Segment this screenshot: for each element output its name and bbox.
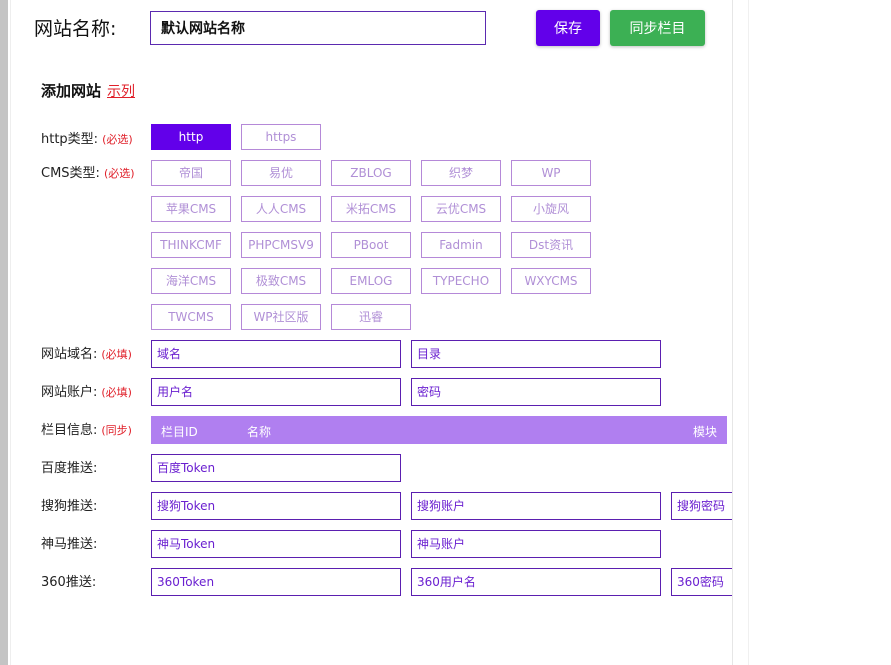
site-name-label: 网站名称: bbox=[34, 18, 117, 40]
example-link[interactable]: 示列 bbox=[107, 84, 135, 100]
columns-label: 栏目信息: (同步) bbox=[41, 419, 132, 438]
360-username-input[interactable] bbox=[411, 568, 661, 596]
360-token-input[interactable] bbox=[151, 568, 401, 596]
col-id-header: 栏目ID bbox=[161, 425, 198, 439]
label-text: CMS类型: bbox=[41, 166, 100, 181]
sync-columns-button[interactable]: 同步栏目 bbox=[610, 10, 705, 46]
option-button[interactable]: EMLOG bbox=[331, 268, 411, 294]
label-text: http类型: bbox=[41, 132, 99, 147]
option-button[interactable]: 海洋CMS bbox=[151, 268, 231, 294]
360-password-input[interactable] bbox=[671, 568, 732, 596]
option-button[interactable]: WP社区版 bbox=[241, 304, 321, 330]
option-button[interactable]: PBoot bbox=[331, 232, 411, 258]
sogou-account-input[interactable] bbox=[411, 492, 661, 520]
col-module-header: 模块 bbox=[692, 425, 717, 439]
left-scroll-edge bbox=[0, 0, 8, 665]
label-text: 栏目信息: bbox=[41, 423, 98, 438]
section-title: 添加网站 示列 bbox=[41, 80, 135, 101]
required-badge: (必填) bbox=[101, 386, 132, 399]
option-button[interactable]: TWCMS bbox=[151, 304, 231, 330]
label-text: 网站域名: bbox=[41, 347, 98, 362]
option-button[interactable]: TYPECHO bbox=[421, 268, 501, 294]
shenma-token-input[interactable] bbox=[151, 530, 401, 558]
option-button[interactable]: Fadmin bbox=[421, 232, 501, 258]
option-button[interactable]: 米拓CMS bbox=[331, 196, 411, 222]
option-button[interactable]: ZBLOG bbox=[331, 160, 411, 186]
col-name-header: 名称 bbox=[247, 425, 272, 439]
cms-type-label: CMS类型: (必选) bbox=[41, 162, 135, 181]
columns-table-header: 栏目ID 名称 模块 bbox=[151, 416, 727, 444]
shenma-account-input[interactable] bbox=[411, 530, 661, 558]
option-button[interactable]: http bbox=[151, 124, 231, 150]
option-button[interactable]: 织梦 bbox=[421, 160, 501, 186]
option-button[interactable]: 小旋风 bbox=[511, 196, 591, 222]
domain-label: 网站域名: (必填) bbox=[41, 343, 132, 362]
account-label: 网站账户: (必填) bbox=[41, 381, 132, 400]
divider bbox=[748, 0, 749, 665]
sogou-label: 搜狗推送: bbox=[41, 499, 98, 514]
http-type-label: http类型: (必选) bbox=[41, 128, 133, 147]
required-badge: (必选) bbox=[103, 167, 135, 180]
option-button[interactable]: 极致CMS bbox=[241, 268, 321, 294]
required-badge: (必填) bbox=[101, 348, 132, 361]
add-site-heading: 添加网站 bbox=[41, 82, 102, 100]
option-button[interactable]: 迅睿 bbox=[331, 304, 411, 330]
option-button[interactable]: 苹果CMS bbox=[151, 196, 231, 222]
label-text: 网站账户: bbox=[41, 385, 98, 400]
directory-input[interactable] bbox=[411, 340, 661, 368]
baidu-token-input[interactable] bbox=[151, 454, 401, 482]
site-name-input[interactable] bbox=[150, 11, 486, 45]
sogou-token-input[interactable] bbox=[151, 492, 401, 520]
username-input[interactable] bbox=[151, 378, 401, 406]
option-button[interactable]: 帝国 bbox=[151, 160, 231, 186]
option-button[interactable]: Dst资讯 bbox=[511, 232, 591, 258]
sync-badge: (同步) bbox=[101, 424, 132, 437]
save-button[interactable]: 保存 bbox=[536, 10, 600, 46]
option-button[interactable]: THINKCMF bbox=[151, 232, 231, 258]
option-button[interactable]: https bbox=[241, 124, 321, 150]
baidu-label: 百度推送: bbox=[41, 461, 98, 476]
required-badge: (必选) bbox=[102, 133, 133, 146]
domain-input[interactable] bbox=[151, 340, 401, 368]
option-button[interactable]: PHPCMSV9 bbox=[241, 232, 321, 258]
shenma-label: 神马推送: bbox=[41, 537, 98, 552]
option-button[interactable]: 云优CMS bbox=[421, 196, 501, 222]
option-button[interactable]: 易优 bbox=[241, 160, 321, 186]
option-button[interactable]: WXYCMS bbox=[511, 268, 591, 294]
option-button[interactable]: WP bbox=[511, 160, 591, 186]
password-input[interactable] bbox=[411, 378, 661, 406]
sogou-password-input[interactable] bbox=[671, 492, 732, 520]
360-label: 360推送: bbox=[41, 575, 97, 590]
site-form-panel: 网站名称: 保存 同步栏目 添加网站示列 http类型:(必选) httphtt… bbox=[10, 0, 733, 665]
option-button[interactable]: 人人CMS bbox=[241, 196, 321, 222]
